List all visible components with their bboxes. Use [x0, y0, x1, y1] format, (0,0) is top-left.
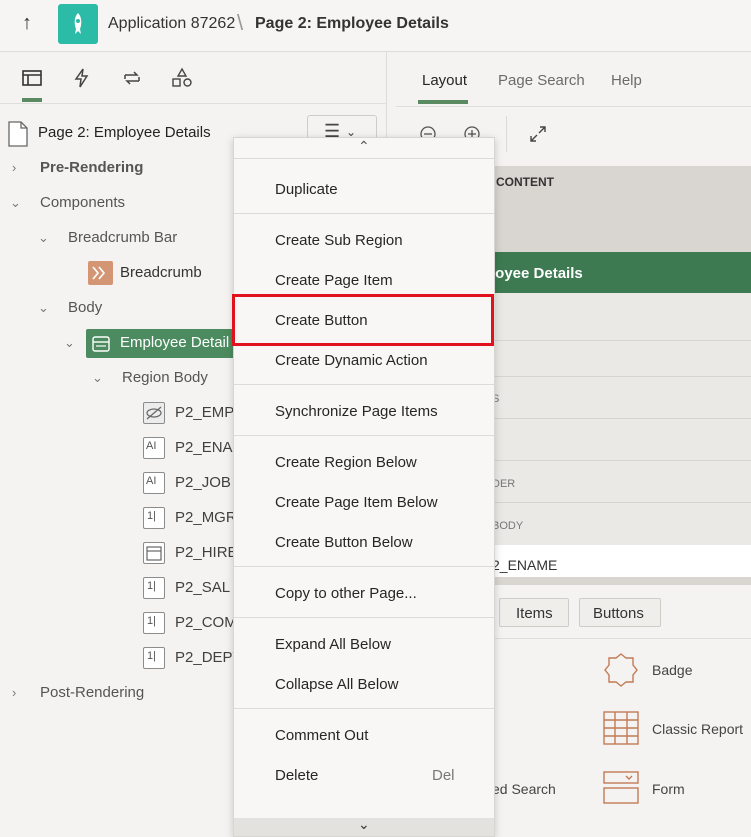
shapes-icon — [172, 67, 192, 87]
components-label: Components — [40, 194, 126, 211]
rendering-tab[interactable] — [20, 66, 46, 102]
expand-icon[interactable] — [528, 124, 548, 144]
menu-item-expand-all-below[interactable]: Expand All Below — [275, 636, 391, 653]
chevron-right-icon[interactable]: › — [12, 160, 16, 175]
top-bar: ↑ Application 87262 \ Page 2: Employee D… — [0, 0, 751, 52]
page-title: Page 2: Employee Details — [255, 15, 449, 32]
item-label: P2_DEPT — [175, 649, 242, 666]
menu-item-comment-out[interactable]: Comment Out — [275, 727, 368, 744]
number-field-icon: 1| — [143, 612, 165, 634]
highlight-box — [232, 294, 494, 346]
processing-icon — [124, 71, 140, 85]
region-icon — [92, 336, 110, 352]
menu-item-create-dynamic-action[interactable]: Create Dynamic Action — [275, 352, 428, 369]
date-picker-icon — [143, 542, 165, 564]
tab-divider — [396, 106, 751, 107]
context-menu: ⌃ Duplicate Create Sub Region Create Pag… — [233, 137, 495, 837]
item-label: P2_COM — [175, 614, 237, 631]
toolbar-divider — [506, 116, 507, 152]
der-label: DER — [492, 478, 516, 490]
hidden-item-icon — [143, 402, 165, 424]
menu-item-create-region-below[interactable]: Create Region Below — [275, 454, 417, 471]
ed-search-label: ed Search — [492, 781, 556, 797]
application-breadcrumb[interactable]: Application 87262 — [108, 15, 235, 33]
classic-report-label: Classic Report — [652, 721, 744, 737]
tab-layout[interactable]: Layout — [422, 72, 467, 89]
chevron-down-icon[interactable]: ⌄ — [38, 300, 49, 316]
item-label: P2_HIREI — [175, 544, 242, 561]
menu-item-create-page-item-below[interactable]: Create Page Item Below — [275, 494, 438, 511]
menu-item-delete[interactable]: Delete — [275, 767, 318, 784]
text-field-icon: AI — [143, 472, 165, 494]
app-rocket-icon[interactable] — [58, 4, 98, 44]
post-rendering-label: Post-Rendering — [40, 684, 145, 701]
number-field-icon: 1| — [143, 507, 165, 529]
items-button-label: Items — [516, 605, 553, 622]
tab-help[interactable]: Help — [611, 72, 642, 89]
menu-item-create-button-below[interactable]: Create Button Below — [275, 534, 413, 551]
item-label: P2_JOB — [175, 474, 231, 491]
page-icon — [8, 121, 28, 147]
tab-page-search[interactable]: Page Search — [498, 72, 585, 89]
number-field-icon: 1| — [143, 647, 165, 669]
region-title: loyee Details — [491, 265, 583, 282]
menu-item-copy-to-other-page[interactable]: Copy to other Page... — [275, 585, 417, 602]
item-label: P2_SAL — [175, 579, 231, 596]
menu-item-create-page-item[interactable]: Create Page Item — [275, 272, 393, 289]
number-field-icon: 1| — [143, 577, 165, 599]
employee-details-label: Employee Detail — [120, 334, 230, 351]
dynamic-actions-tab[interactable] — [70, 66, 96, 92]
breadcrumb-separator: \ — [237, 10, 244, 35]
content-label: CONTENT — [496, 175, 554, 189]
lightning-icon — [74, 68, 89, 88]
buttons-button-label: Buttons — [593, 605, 644, 622]
scroll-down-bar[interactable]: ⌄ — [234, 816, 494, 836]
left-tab-bar — [0, 52, 387, 104]
item-label: P2_EMPI — [175, 404, 239, 421]
shared-components-tab[interactable] — [170, 66, 196, 92]
breadcrumb-icon — [88, 261, 113, 285]
body-label: BODY — [492, 520, 524, 532]
processing-tab[interactable] — [120, 66, 146, 92]
text-field-icon: AI — [143, 437, 165, 459]
scroll-up-icon[interactable]: ⌃ — [358, 138, 370, 155]
menu-item-create-sub-region[interactable]: Create Sub Region — [275, 232, 403, 249]
breadcrumb-bar-label: Breadcrumb Bar — [68, 229, 178, 246]
items-button[interactable]: Items — [499, 598, 569, 627]
delete-shortcut: Del — [432, 767, 455, 784]
chevron-right-icon[interactable]: › — [12, 685, 16, 700]
menu-item-synchronize-page-items[interactable]: Synchronize Page Items — [275, 403, 438, 420]
buttons-button[interactable]: Buttons — [579, 598, 661, 627]
active-tab-indicator — [418, 100, 468, 104]
menu-item-duplicate[interactable]: Duplicate — [275, 181, 338, 198]
chevron-down-icon[interactable]: ⌄ — [10, 195, 21, 211]
badge-icon[interactable] — [602, 651, 640, 689]
badge-label: Badge — [652, 662, 693, 678]
rendering-icon — [22, 70, 42, 86]
up-arrow-icon[interactable]: ↑ — [22, 12, 32, 35]
region-body-label: Region Body — [122, 369, 208, 386]
breadcrumb-label: Breadcrumb — [120, 264, 202, 281]
body-label: Body — [68, 299, 103, 316]
form-label: Form — [652, 781, 685, 797]
ename-label: 2_ENAME — [492, 557, 558, 573]
chevron-down-icon[interactable]: ⌄ — [38, 230, 49, 246]
item-label: P2_MGR — [175, 509, 237, 526]
chevron-down-icon[interactable]: ⌄ — [64, 335, 75, 351]
pre-rendering-label: Pre-Rendering — [40, 159, 144, 176]
chevron-down-icon[interactable]: ⌄ — [92, 370, 103, 386]
menu-item-collapse-all-below[interactable]: Collapse All Below — [275, 676, 398, 693]
page-node-label: Page 2: Employee Details — [38, 124, 211, 141]
classic-report-icon[interactable] — [602, 710, 640, 746]
scroll-down-icon[interactable]: ⌄ — [358, 816, 370, 833]
form-icon[interactable] — [602, 770, 640, 806]
